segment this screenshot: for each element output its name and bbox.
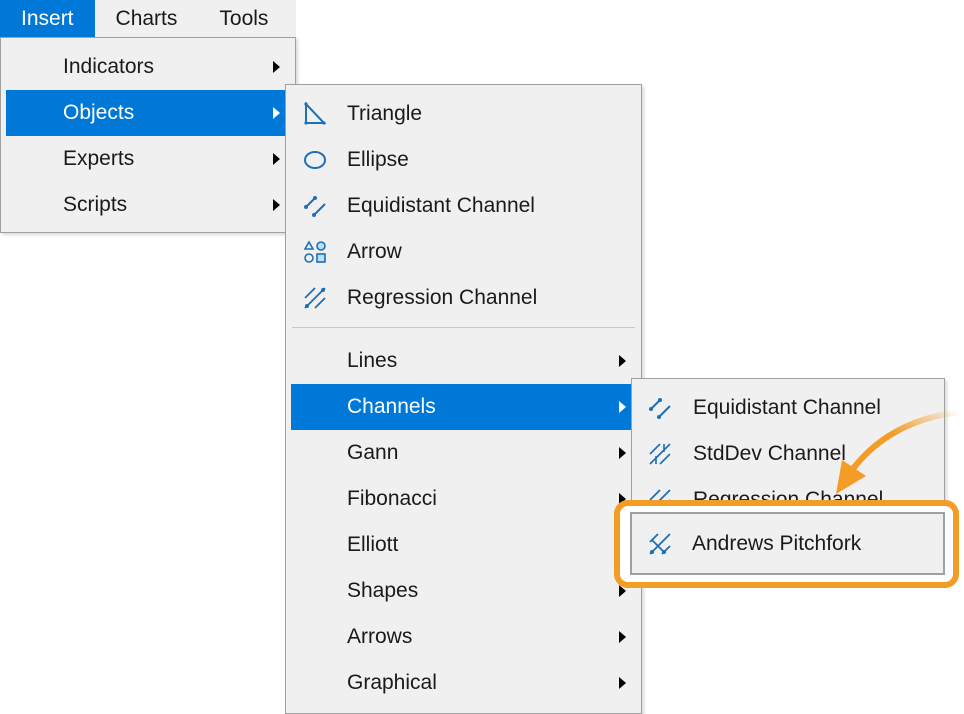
pointer-arrow-icon bbox=[836, 409, 961, 494]
